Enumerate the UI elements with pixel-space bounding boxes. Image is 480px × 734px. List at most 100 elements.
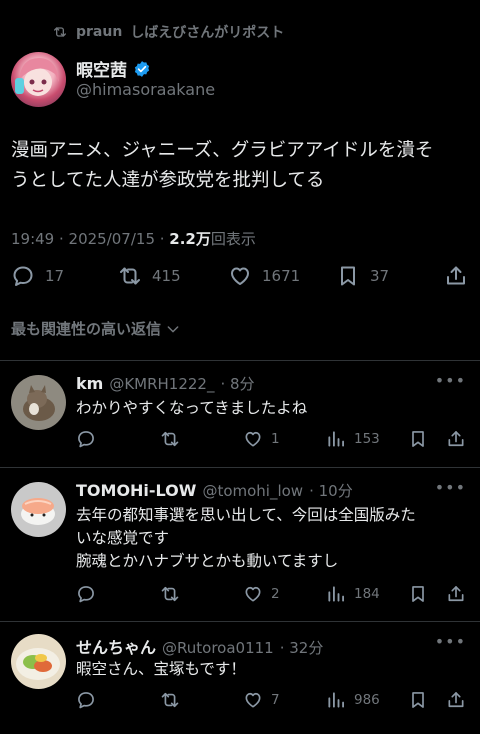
share-button[interactable] (446, 429, 466, 449)
share-button[interactable] (446, 584, 466, 604)
views-count: 153 (354, 431, 380, 447)
post-timestamp[interactable]: 19:49 · 2025/07/15 · (11, 230, 169, 248)
view-label: 回表示 (210, 230, 256, 248)
views-icon (328, 431, 344, 447)
reply-count: 17 (45, 267, 65, 285)
reply-button[interactable] (76, 584, 96, 604)
post-meta: 19:49 · 2025/07/15 · 2.2万回表示 (11, 228, 256, 249)
reply-header: km @KMRH1222_ · 8分 (76, 373, 255, 394)
reply-author-handle[interactable]: @Rutoroa0111 (162, 639, 274, 657)
post-text-line: 漫画アニメ、ジャニーズ、グラビアアイドルを潰そ (11, 140, 434, 161)
reply-icon (78, 692, 94, 709)
reply-button[interactable] (76, 690, 96, 710)
reply-avatar[interactable] (11, 375, 66, 430)
repost-indicator[interactable]: praun しばえびさんがリポスト (52, 22, 284, 42)
author-name[interactable]: 暇空茜 (76, 56, 127, 81)
share-button[interactable] (444, 264, 468, 288)
reply-header: TOMOHi-LOW @tomohi_low · 10分 (76, 480, 353, 501)
reply-text: 去年の都知事選を思い出して、今回は全国版みた いな感覚です 腕魂とかハナブサとか… (76, 504, 468, 573)
reply-time[interactable]: · 32分 (280, 637, 324, 658)
like-icon (245, 431, 261, 447)
repost-button[interactable]: 415 (118, 264, 181, 288)
reply-avatar[interactable] (11, 634, 66, 689)
view-count: 2.2万 (169, 230, 211, 248)
more-icon[interactable]: ••• (435, 371, 466, 390)
bookmark-button[interactable] (408, 584, 428, 604)
reply-icon (13, 266, 33, 286)
reply-author-name[interactable]: km (76, 374, 103, 393)
bookmark-button[interactable]: 37 (336, 264, 389, 288)
reply-author-handle[interactable]: @tomohi_low (202, 482, 303, 500)
repost-icon (120, 267, 140, 285)
reply-item[interactable]: せんちゃん @Rutoroa0111 · 32分 ••• 暇空さん、宝塚もです！… (0, 622, 480, 734)
like-icon (245, 692, 261, 708)
repost-user: praun (76, 24, 123, 40)
reply-time[interactable]: · 8分 (220, 373, 254, 394)
repost-icon (54, 27, 66, 37)
share-button[interactable] (446, 690, 466, 710)
post-action-bar: 17 415 1671 37 (0, 264, 480, 298)
repost-icon (161, 586, 179, 602)
bookmark-icon (412, 692, 424, 708)
reply-icon (78, 431, 94, 448)
share-icon (448, 692, 464, 708)
author-name-row[interactable]: 暇空茜 (76, 56, 151, 81)
bookmark-icon (412, 586, 424, 602)
like-count: 7 (271, 692, 280, 708)
like-button[interactable]: 1 (243, 429, 280, 449)
share-icon (448, 431, 464, 447)
reply-button[interactable] (76, 429, 96, 449)
author-handle[interactable]: @himasoraakane (76, 80, 215, 99)
reply-sort-dropdown[interactable]: 最も関連性の高い返信 (11, 318, 181, 339)
post-text-line: うとしてた人達が参政党を批判してる (11, 170, 325, 191)
views-button[interactable]: 153 (326, 429, 380, 449)
like-count: 2 (271, 586, 280, 602)
views-icon (328, 586, 344, 602)
bookmark-button[interactable] (408, 690, 428, 710)
reply-action-bar: 7 986 (0, 690, 480, 714)
bookmark-count: 37 (370, 267, 390, 285)
reply-text-line: 去年の都知事選を思い出して、今回は全国版みた (76, 506, 416, 524)
reply-item[interactable]: km @KMRH1222_ · 8分 ••• わかりやすくなってきましたよね 1… (0, 361, 480, 467)
avatar-cat-photo (11, 375, 66, 430)
views-count: 986 (354, 692, 380, 708)
avatar-illustration (15, 58, 59, 96)
avatar-sushi-illustration (11, 482, 66, 537)
like-button[interactable]: 1671 (228, 264, 300, 288)
reply-avatar[interactable] (11, 482, 66, 537)
reply-sort-label: 最も関連性の高い返信 (11, 320, 162, 338)
reply-time[interactable]: · 10分 (309, 480, 353, 501)
more-icon[interactable]: ••• (435, 632, 466, 651)
author-avatar[interactable] (11, 52, 66, 107)
views-button[interactable]: 986 (326, 690, 380, 710)
reply-button[interactable]: 17 (11, 264, 64, 288)
reply-author-name[interactable]: TOMOHi-LOW (76, 481, 196, 500)
like-icon (245, 586, 261, 602)
repost-button[interactable] (160, 690, 180, 710)
bookmark-icon (341, 266, 355, 286)
views-button[interactable]: 184 (326, 584, 380, 604)
bookmark-icon (412, 431, 424, 447)
repost-text: しばえびさんがリポスト (130, 25, 285, 41)
bookmark-button[interactable] (408, 429, 428, 449)
reply-icon (78, 586, 94, 603)
reply-author-handle[interactable]: @KMRH1222_ (109, 375, 214, 393)
views-icon (328, 692, 344, 708)
reply-text-line: 暇空さん、宝塚もです！ (76, 660, 246, 678)
reply-author-name[interactable]: せんちゃん (76, 634, 156, 658)
avatar-food-photo (11, 634, 66, 689)
repost-button[interactable] (160, 429, 180, 449)
reply-item[interactable]: TOMOHi-LOW @tomohi_low · 10分 ••• 去年の都知事選… (0, 468, 480, 621)
chevron-down-icon (167, 325, 179, 332)
like-count: 1 (271, 431, 280, 447)
views-count: 184 (354, 586, 380, 602)
more-icon[interactable]: ••• (435, 478, 466, 497)
reply-text-line: 腕魂とかハナブサとかも動いてますし (76, 552, 339, 570)
like-button[interactable]: 2 (243, 584, 280, 604)
repost-icon (161, 431, 179, 447)
share-icon (448, 586, 464, 602)
like-icon (231, 267, 249, 285)
like-button[interactable]: 7 (243, 690, 280, 710)
repost-button[interactable] (160, 584, 180, 604)
share-icon (447, 266, 465, 285)
